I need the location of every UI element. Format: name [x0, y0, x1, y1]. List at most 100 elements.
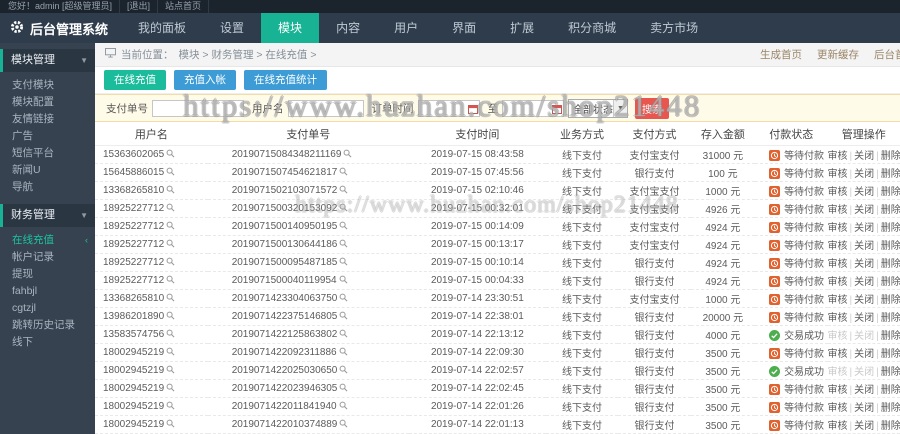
magnifier-icon[interactable]: [339, 221, 348, 230]
op-link-审核[interactable]: 审核: [828, 385, 848, 396]
toolbar-button-充值入帐[interactable]: 充值入帐: [174, 69, 236, 90]
op-link-关闭[interactable]: 关闭: [854, 205, 874, 216]
pay-no-input[interactable]: [152, 99, 244, 117]
op-link-关闭[interactable]: 关闭: [854, 313, 874, 324]
magnifier-icon[interactable]: [166, 185, 175, 194]
op-link-审核[interactable]: 审核: [828, 187, 848, 198]
op-link-关闭[interactable]: 关闭: [854, 223, 874, 234]
op-link-审核[interactable]: 审核: [828, 277, 848, 288]
quick-link-后台首页[interactable]: 后台首页: [874, 47, 900, 62]
op-link-删除[interactable]: 删除: [881, 331, 900, 342]
op-link-审核[interactable]: 审核: [828, 403, 848, 414]
sidebar-item-提现[interactable]: 提现: [0, 266, 95, 283]
sidebar-item-模块配置[interactable]: 模块配置: [0, 94, 95, 111]
sidebar-item-线下[interactable]: 线下: [0, 334, 95, 351]
op-link-删除[interactable]: 删除: [881, 205, 900, 216]
magnifier-icon[interactable]: [339, 239, 348, 248]
nav-tab-扩展[interactable]: 扩展: [493, 13, 551, 43]
quick-link-更新缓存[interactable]: 更新缓存: [817, 47, 859, 62]
op-link-审核[interactable]: 审核: [828, 169, 848, 180]
search-button[interactable]: 搜索: [635, 97, 669, 119]
op-link-关闭[interactable]: 关闭: [854, 151, 874, 162]
op-link-删除[interactable]: 删除: [881, 349, 900, 360]
op-link-关闭[interactable]: 关闭: [854, 259, 874, 270]
op-link-关闭[interactable]: 关闭: [854, 169, 874, 180]
username-input[interactable]: [287, 99, 364, 117]
op-link-审核[interactable]: 审核: [828, 151, 848, 162]
sidebar-item-导航[interactable]: 导航: [0, 179, 95, 196]
op-link-关闭[interactable]: 关闭: [854, 421, 874, 432]
nav-tab-模块[interactable]: 模块: [261, 13, 320, 43]
op-link-关闭[interactable]: 关闭: [854, 241, 874, 252]
magnifier-icon[interactable]: [339, 383, 348, 392]
op-link-审核[interactable]: 审核: [828, 259, 848, 270]
sidebar-item-fahbjl[interactable]: fahbjl: [0, 283, 95, 300]
op-link-删除[interactable]: 删除: [881, 259, 900, 270]
magnifier-icon[interactable]: [166, 239, 175, 248]
magnifier-icon[interactable]: [339, 257, 348, 266]
magnifier-icon[interactable]: [166, 347, 175, 356]
magnifier-icon[interactable]: [166, 293, 175, 302]
magnifier-icon[interactable]: [339, 401, 348, 410]
magnifier-icon[interactable]: [339, 293, 348, 302]
op-link-关闭[interactable]: 关闭: [854, 385, 874, 396]
sidebar-item-在线充值[interactable]: 在线充值 ‹: [0, 232, 95, 249]
op-link-关闭[interactable]: 关闭: [854, 295, 874, 306]
op-link-删除[interactable]: 删除: [881, 241, 900, 252]
sidebar-item-支付模块[interactable]: 支付模块: [0, 77, 95, 94]
op-link-删除[interactable]: 删除: [881, 385, 900, 396]
magnifier-icon[interactable]: [166, 221, 175, 230]
op-link-删除[interactable]: 删除: [881, 187, 900, 198]
nav-tab-我的面板[interactable]: 我的面板: [121, 13, 203, 43]
magnifier-icon[interactable]: [166, 365, 175, 374]
op-link-审核[interactable]: 审核: [828, 349, 848, 360]
sidebar-item-cgtzjl[interactable]: cgtzjl: [0, 300, 95, 317]
op-link-删除[interactable]: 删除: [881, 421, 900, 432]
magnifier-icon[interactable]: [339, 347, 348, 356]
logout-link[interactable]: [退出]: [120, 0, 159, 13]
sidebar-item-新闻U[interactable]: 新闻U: [0, 162, 95, 179]
op-link-删除[interactable]: 删除: [881, 223, 900, 234]
op-link-删除[interactable]: 删除: [881, 151, 900, 162]
nav-tab-积分商城[interactable]: 积分商城: [551, 13, 633, 43]
status-select[interactable]: 全部状态 ▼: [568, 98, 628, 118]
nav-tab-设置[interactable]: 设置: [203, 13, 261, 43]
magnifier-icon[interactable]: [166, 383, 175, 392]
nav-tab-用户[interactable]: 用户: [377, 13, 435, 43]
toolbar-button-在线充值统计[interactable]: 在线充值统计: [244, 69, 327, 90]
magnifier-icon[interactable]: [166, 329, 175, 338]
op-link-删除[interactable]: 删除: [881, 367, 900, 378]
op-link-审核[interactable]: 审核: [828, 295, 848, 306]
magnifier-icon[interactable]: [166, 401, 175, 410]
sidebar-item-帐户记录[interactable]: 帐户记录: [0, 249, 95, 266]
op-link-删除[interactable]: 删除: [881, 313, 900, 324]
op-link-审核[interactable]: 审核: [828, 241, 848, 252]
op-link-删除[interactable]: 删除: [881, 295, 900, 306]
sidebar-item-友情链接[interactable]: 友情链接: [0, 111, 95, 128]
nav-tab-内容[interactable]: 内容: [319, 13, 377, 43]
magnifier-icon[interactable]: [339, 203, 348, 212]
sidebar-item-跳转历史记录[interactable]: 跳转历史记录: [0, 317, 95, 334]
toolbar-button-在线充值[interactable]: 在线充值: [104, 69, 166, 90]
site-home-link[interactable]: 站点首页: [158, 0, 210, 13]
op-link-关闭[interactable]: 关闭: [854, 349, 874, 360]
magnifier-icon[interactable]: [343, 149, 352, 158]
magnifier-icon[interactable]: [166, 257, 175, 266]
op-link-审核[interactable]: 审核: [828, 223, 848, 234]
magnifier-icon[interactable]: [166, 149, 175, 158]
sidebar-item-短信平台[interactable]: 短信平台: [0, 145, 95, 162]
op-link-审核[interactable]: 审核: [828, 205, 848, 216]
sidebar-section-title[interactable]: 财务管理 ▼: [0, 204, 95, 227]
sidebar-item-广告[interactable]: 广告: [0, 128, 95, 145]
quick-link-生成首页[interactable]: 生成首页: [760, 47, 802, 62]
magnifier-icon[interactable]: [339, 167, 348, 176]
magnifier-icon[interactable]: [166, 311, 175, 320]
magnifier-icon[interactable]: [166, 203, 175, 212]
op-link-关闭[interactable]: 关闭: [854, 403, 874, 414]
magnifier-icon[interactable]: [339, 329, 348, 338]
nav-tab-界面[interactable]: 界面: [435, 13, 493, 43]
nav-tab-卖方市场[interactable]: 卖方市场: [633, 13, 715, 43]
magnifier-icon[interactable]: [339, 311, 348, 320]
op-link-删除[interactable]: 删除: [881, 169, 900, 180]
magnifier-icon[interactable]: [339, 365, 348, 374]
